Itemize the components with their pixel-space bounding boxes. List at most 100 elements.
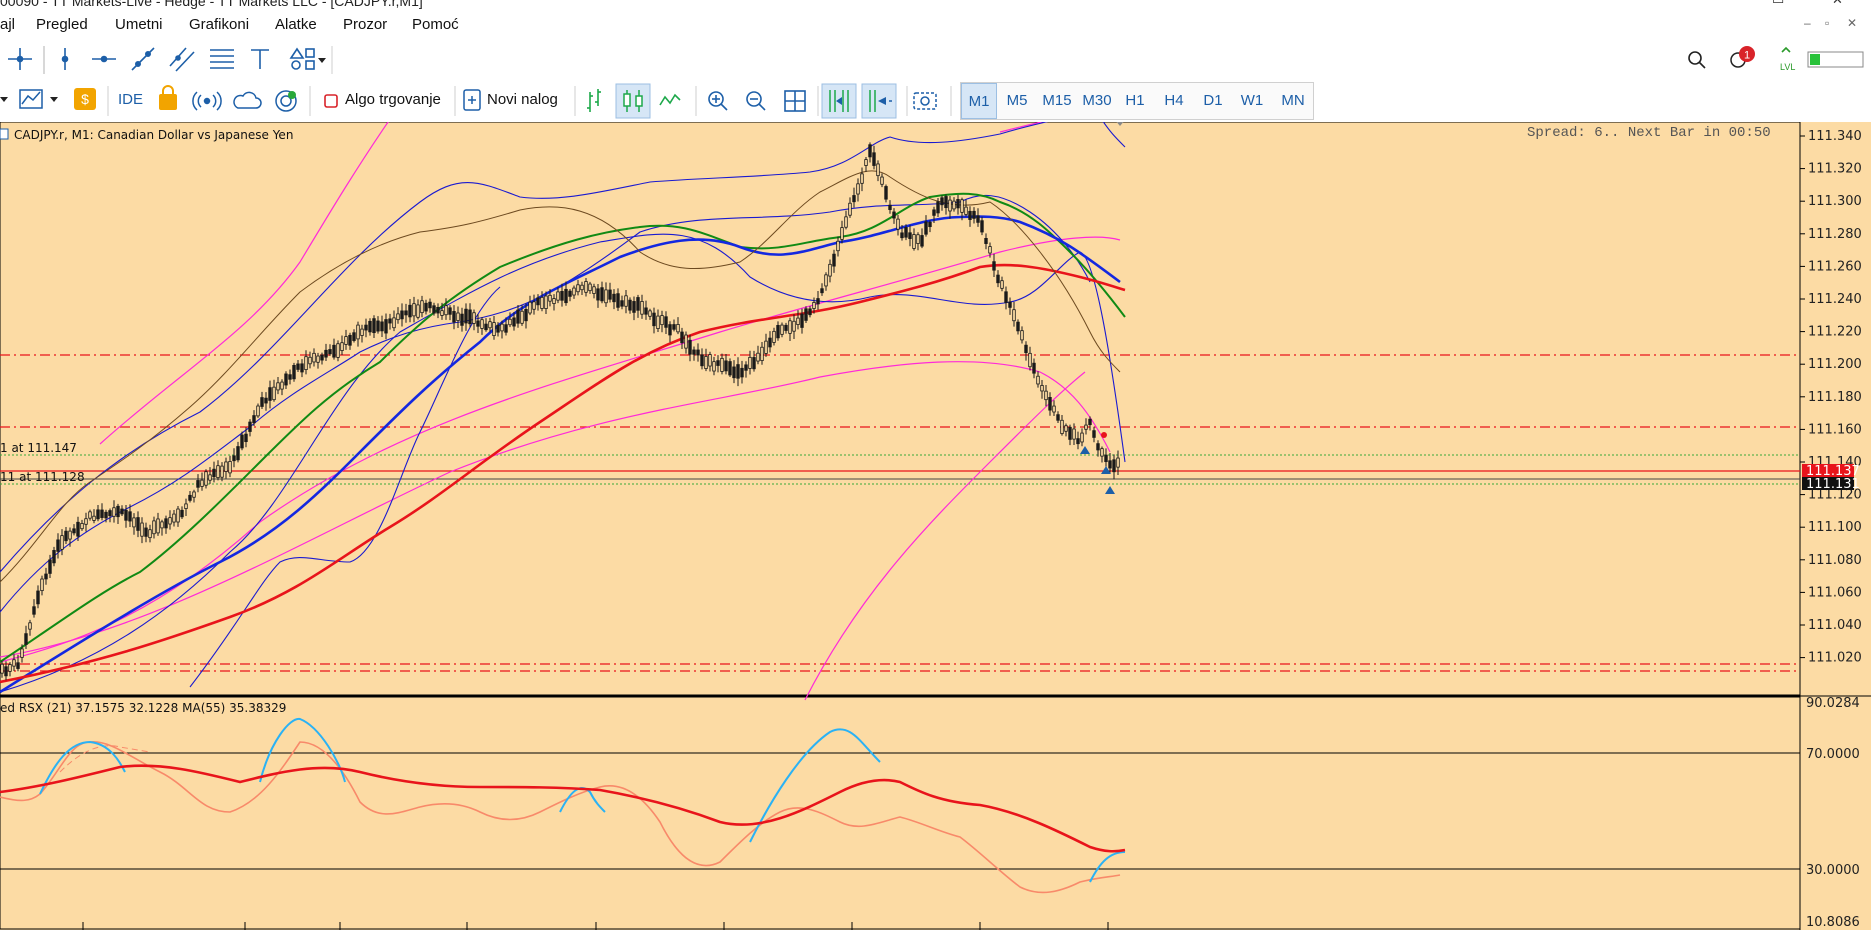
candle-body bbox=[836, 240, 840, 252]
tf-m30[interactable]: M30 bbox=[1078, 83, 1116, 117]
restore-chart-button[interactable]: – bbox=[1804, 16, 1811, 30]
candle-body bbox=[356, 324, 360, 340]
candle-body bbox=[944, 196, 948, 209]
candle-body bbox=[548, 294, 552, 302]
menu-charts[interactable]: Grafikoni bbox=[189, 16, 249, 33]
ide-button[interactable]: IDE bbox=[118, 84, 143, 114]
minimize-window-button[interactable]: ▭ bbox=[1772, 0, 1784, 8]
algo-trading-button[interactable]: Algo trgovanje bbox=[345, 84, 441, 114]
signal-strength-icon[interactable]: LVL bbox=[1780, 46, 1795, 72]
chart-window[interactable]: 111.340 111.320 111.300 111.280 111.260 111.2… bbox=[0, 122, 1871, 930]
menu-help[interactable]: Pomoć bbox=[412, 16, 459, 33]
candle-body bbox=[372, 318, 376, 334]
candle-body bbox=[1052, 405, 1056, 413]
trendline-tool-icon[interactable] bbox=[131, 47, 155, 71]
candle-body bbox=[416, 304, 420, 318]
market-icon[interactable]: $ bbox=[74, 88, 96, 110]
timeframe-selector: M1 M5 M15 M30 H1 H4 D1 W1 MN bbox=[960, 82, 1314, 120]
main-chart-panel[interactable] bbox=[0, 122, 1801, 696]
rsx-line-4 bbox=[749, 728, 881, 843]
candle-body bbox=[784, 324, 788, 331]
line-chart-icon[interactable] bbox=[659, 93, 681, 106]
candle-body bbox=[68, 530, 72, 540]
candle-body bbox=[476, 320, 480, 327]
candle-body bbox=[688, 339, 692, 355]
menu-bar: ajl Pregled Umetni Grafikoni Alatke Proz… bbox=[0, 10, 1871, 40]
candle-body bbox=[156, 518, 160, 534]
envelope-lines bbox=[0, 122, 1121, 701]
vps-cloud-icon[interactable] bbox=[233, 91, 262, 109]
algo-trading-icon[interactable] bbox=[324, 94, 338, 108]
chart-shift-marker-icon[interactable] bbox=[1115, 122, 1125, 126]
tf-mn[interactable]: MN bbox=[1274, 83, 1312, 117]
candle-body bbox=[652, 312, 656, 327]
shopping-bag-icon[interactable] bbox=[159, 85, 177, 110]
candle-body bbox=[104, 511, 108, 519]
new-order-button[interactable]: Novi nalog bbox=[487, 84, 558, 114]
candle-body bbox=[1012, 309, 1016, 322]
candle-body bbox=[644, 307, 648, 315]
candle-body bbox=[152, 520, 156, 535]
tf-m1[interactable]: M1 bbox=[961, 83, 997, 119]
chart-type-icon[interactable] bbox=[19, 89, 43, 109]
candle-body bbox=[168, 517, 172, 525]
text-tool-icon[interactable] bbox=[251, 49, 269, 69]
vertical-line-tool-icon[interactable] bbox=[61, 48, 69, 70]
channel-tool-icon[interactable] bbox=[169, 47, 195, 72]
maximize-chart-button[interactable]: ▫ bbox=[1825, 16, 1829, 30]
candle-body bbox=[704, 356, 708, 369]
candle-body bbox=[276, 382, 280, 391]
candle-body bbox=[736, 364, 740, 379]
candle-body bbox=[912, 234, 916, 249]
tf-m15[interactable]: M15 bbox=[1038, 83, 1076, 117]
candle-body bbox=[464, 308, 468, 324]
candle-body bbox=[796, 317, 800, 325]
menu-file[interactable]: ajl bbox=[0, 16, 15, 33]
horizontal-line-tool-icon[interactable] bbox=[92, 55, 116, 63]
candlestick-chart-button[interactable] bbox=[615, 83, 651, 119]
indicator-panel[interactable] bbox=[0, 696, 1801, 930]
close-chart-button[interactable]: ✕ bbox=[1847, 16, 1857, 30]
tf-h1[interactable]: H1 bbox=[1118, 83, 1152, 117]
order-label-2[interactable]: 11 at 111.128 bbox=[0, 470, 85, 484]
candle-body bbox=[772, 330, 776, 343]
close-window-button[interactable]: ✕ bbox=[1832, 0, 1843, 8]
tf-m5[interactable]: M5 bbox=[1000, 83, 1034, 117]
screenshot-icon[interactable] bbox=[913, 92, 937, 110]
menu-tools[interactable]: Alatke bbox=[275, 16, 317, 33]
candle-body bbox=[280, 381, 284, 390]
tile-windows-icon[interactable] bbox=[784, 90, 806, 112]
menu-window[interactable]: Prozor bbox=[343, 16, 387, 33]
candle-body bbox=[408, 304, 412, 318]
search-icon[interactable] bbox=[1688, 51, 1706, 69]
tf-d1[interactable]: D1 bbox=[1196, 83, 1230, 117]
tf-h4[interactable]: H4 bbox=[1157, 83, 1191, 117]
order-label-1[interactable]: 1 at 111.147 bbox=[0, 441, 77, 455]
chart-type-dropdown-icon[interactable] bbox=[50, 97, 58, 102]
price-axis[interactable]: 111.340 111.320 111.300 111.280 111.260 111.2… bbox=[1800, 129, 1862, 666]
candle-body bbox=[724, 360, 728, 372]
candle-body bbox=[348, 334, 352, 346]
zoom-in-icon[interactable] bbox=[708, 91, 728, 111]
crosshair-tool-icon[interactable] bbox=[8, 48, 32, 70]
zoom-out-icon[interactable] bbox=[746, 91, 766, 111]
candle-body bbox=[60, 535, 64, 550]
radar-icon[interactable] bbox=[275, 90, 297, 112]
menu-insert[interactable]: Umetni bbox=[115, 16, 163, 33]
candle-body bbox=[832, 253, 836, 267]
shapes-dropdown-icon[interactable] bbox=[318, 58, 326, 63]
candle-body bbox=[496, 324, 500, 333]
fibonacci-tool-icon[interactable] bbox=[210, 49, 234, 69]
bar-chart-icon[interactable] bbox=[587, 89, 601, 112]
notifications-icon[interactable]: 1 bbox=[1730, 46, 1755, 68]
shapes-tool-icon[interactable] bbox=[289, 47, 315, 70]
candle-body bbox=[572, 287, 576, 296]
candle-body bbox=[336, 343, 340, 358]
tf-w1[interactable]: W1 bbox=[1235, 83, 1269, 117]
price-axis-label: 111.100 bbox=[1808, 520, 1862, 535]
candle-body bbox=[584, 281, 588, 293]
signals-icon[interactable] bbox=[192, 91, 222, 111]
menu-view[interactable]: Pregled bbox=[36, 16, 88, 33]
new-order-icon[interactable] bbox=[463, 89, 481, 111]
candle-body bbox=[868, 144, 872, 158]
